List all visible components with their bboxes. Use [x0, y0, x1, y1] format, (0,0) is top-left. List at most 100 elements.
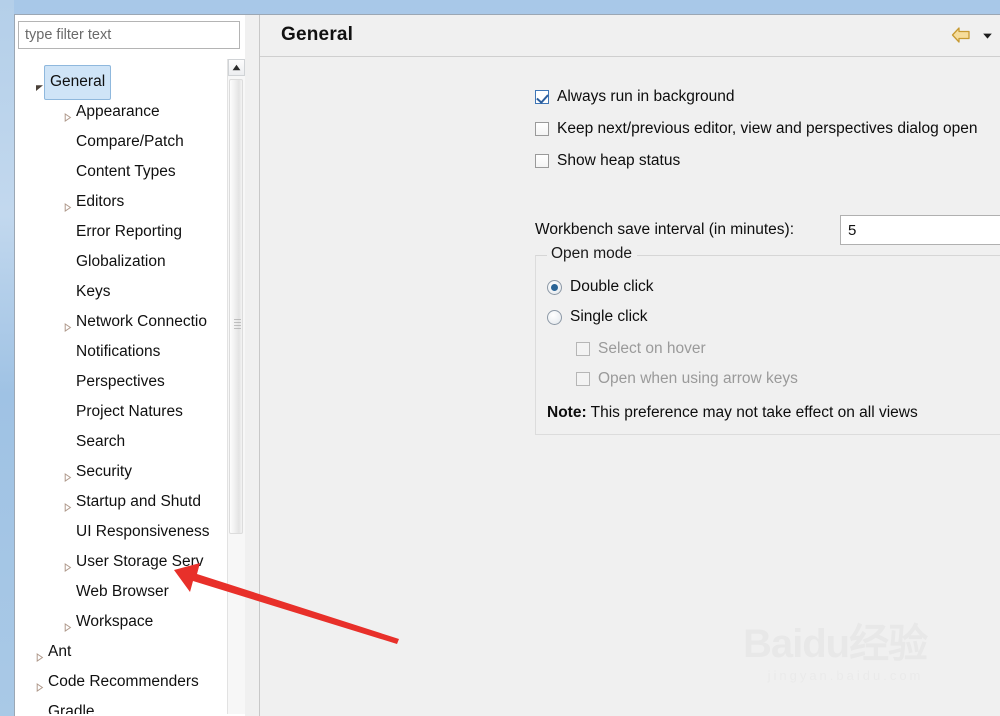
tree-item-label: Search — [76, 433, 126, 450]
checkbox-box-icon — [576, 372, 590, 386]
tree-item-label: Gradle — [48, 703, 95, 714]
radio-double-click[interactable]: Double click — [547, 278, 654, 296]
tree-item-network-connectio[interactable]: Network Connectio — [18, 307, 230, 337]
twisty-collapsed-icon[interactable] — [32, 642, 46, 662]
back-arrow-icon[interactable] — [950, 25, 972, 45]
radio-label: Double click — [570, 278, 654, 295]
tree-item-label: Ant — [48, 643, 72, 660]
radio-single-click[interactable]: Single click — [547, 308, 648, 326]
scrollbar-thumb[interactable] — [229, 79, 243, 534]
tree-item-general[interactable]: General — [18, 64, 230, 100]
tree-item-label: Security — [76, 463, 132, 480]
checkbox-label: Show heap status — [557, 152, 681, 169]
checkbox-show-heap-status[interactable]: Show heap status — [535, 152, 680, 170]
checkbox-box-icon — [535, 122, 549, 136]
tree-item-globalization[interactable]: Globalization — [18, 247, 230, 277]
tree-item-editors[interactable]: Editors — [18, 187, 230, 217]
preferences-tree[interactable]: General Appearance Compare/Patch Content Ty… — [18, 59, 240, 714]
chevron-down-icon[interactable] — [981, 29, 994, 42]
open-mode-group-title: Open mode — [547, 245, 637, 263]
checkbox-label: Open when using arrow keys — [598, 370, 798, 387]
filter-input[interactable] — [18, 21, 240, 49]
radio-button-icon — [547, 309, 562, 325]
page-header: General — [260, 15, 1000, 57]
twisty-collapsed-icon[interactable] — [60, 102, 74, 122]
tree-item-startup-and-shutd[interactable]: Startup and Shutd — [18, 487, 230, 517]
tree-item-label: Appearance — [76, 103, 160, 120]
tree-item-ant[interactable]: Ant — [18, 637, 230, 667]
tree-item-notifications[interactable]: Notifications — [18, 337, 230, 367]
tree-item-perspectives[interactable]: Perspectives — [18, 367, 230, 397]
checkbox-always-run-in-background[interactable]: Always run in background — [535, 88, 735, 106]
preferences-dialog: General Appearance Compare/Patch Content Ty… — [14, 14, 1000, 716]
preference-page-pane: General Always run in background Keep ne… — [259, 15, 1000, 716]
tree-item-user-storage-serv[interactable]: User Storage Serv — [18, 547, 230, 577]
scroll-up-arrow-icon[interactable] — [228, 59, 245, 76]
tree-item-label: Error Reporting — [76, 223, 182, 240]
checkbox-label: Keep next/previous editor, view and pers… — [557, 120, 978, 137]
page-body: Always run in background Keep next/previ… — [260, 57, 1000, 716]
twisty-collapsed-icon[interactable] — [60, 612, 74, 632]
tree-item-ui-responsiveness[interactable]: UI Responsiveness — [18, 517, 230, 547]
checkbox-box-icon — [535, 90, 549, 104]
tree-item-label: User Storage Serv — [76, 553, 204, 570]
tree-item-keys[interactable]: Keys — [18, 277, 230, 307]
checkbox-open-when-using-arrow-keys[interactable]: Open when using arrow keys — [576, 370, 798, 388]
screenshot-root: General Appearance Compare/Patch Content Ty… — [0, 0, 1000, 716]
tree-item-error-reporting[interactable]: Error Reporting — [18, 217, 230, 247]
tree-item-label: Web Browser — [76, 583, 169, 600]
tree-item-label: Project Natures — [76, 403, 183, 420]
tree-list: General Appearance Compare/Patch Content Ty… — [18, 64, 230, 714]
tree-item-content-types[interactable]: Content Types — [18, 157, 230, 187]
tree-item-label: Network Connectio — [76, 313, 207, 330]
preferences-tree-pane: General Appearance Compare/Patch Content Ty… — [15, 15, 245, 716]
tree-item-label: Code Recommenders — [48, 673, 199, 690]
tree-item-label: Startup and Shutd — [76, 493, 201, 510]
twisty-collapsed-icon[interactable] — [60, 192, 74, 212]
tree-item-label: General — [44, 64, 112, 100]
radio-label: Single click — [570, 308, 648, 325]
tree-item-label: Workspace — [76, 613, 154, 630]
tree-item-project-natures[interactable]: Project Natures — [18, 397, 230, 427]
tree-item-label: Keys — [76, 283, 111, 300]
tree-item-search[interactable]: Search — [18, 427, 230, 457]
tree-item-label: Content Types — [76, 163, 176, 180]
tree-item-label: Perspectives — [76, 373, 165, 390]
twisty-collapsed-icon[interactable] — [60, 492, 74, 512]
tree-item-label: UI Responsiveness — [76, 523, 210, 540]
tree-item-code-recommenders[interactable]: Code Recommenders — [18, 667, 230, 697]
checkbox-label: Always run in background — [557, 88, 735, 105]
checkbox-box-icon — [535, 154, 549, 168]
checkbox-keep-dialog-open[interactable]: Keep next/previous editor, view and pers… — [535, 120, 978, 138]
note-prefix: Note: — [547, 404, 587, 421]
checkbox-box-icon — [576, 342, 590, 356]
tree-item-gradle[interactable]: Gradle — [18, 697, 230, 714]
twisty-collapsed-icon[interactable] — [32, 672, 46, 692]
checkbox-select-on-hover[interactable]: Select on hover — [576, 340, 706, 358]
checkbox-label: Select on hover — [598, 340, 706, 357]
open-mode-group: Open mode Double click Single click Sele… — [535, 245, 1000, 435]
twisty-collapsed-icon[interactable] — [60, 552, 74, 572]
radio-button-icon — [547, 279, 562, 295]
filter-field-wrap — [18, 21, 240, 49]
tree-item-label: Globalization — [76, 253, 166, 270]
page-title: General — [281, 24, 354, 45]
tree-item-security[interactable]: Security — [18, 457, 230, 487]
tree-item-appearance[interactable]: Appearance — [18, 97, 230, 127]
workbench-save-interval-label: Workbench save interval (in minutes): — [535, 221, 795, 238]
tree-vertical-scrollbar[interactable] — [227, 59, 245, 714]
twisty-collapsed-icon[interactable] — [60, 462, 74, 482]
tree-item-label: Editors — [76, 193, 125, 210]
tree-item-label: Compare/Patch — [76, 133, 184, 150]
desktop-left-band — [0, 0, 14, 716]
note-text: This preference may not take effect on a… — [590, 404, 918, 421]
tree-item-workspace[interactable]: Workspace — [18, 607, 230, 637]
open-mode-note: Note: This preference may not take effec… — [547, 404, 918, 422]
tree-item-compare-patch[interactable]: Compare/Patch — [18, 127, 230, 157]
workbench-save-interval-input[interactable] — [840, 215, 1000, 245]
tree-item-label: Notifications — [76, 343, 161, 360]
page-header-nav — [950, 25, 994, 45]
twisty-collapsed-icon[interactable] — [60, 312, 74, 332]
tree-item-web-browser[interactable]: Web Browser — [18, 577, 230, 607]
scrollbar-grip-icon — [234, 317, 241, 329]
